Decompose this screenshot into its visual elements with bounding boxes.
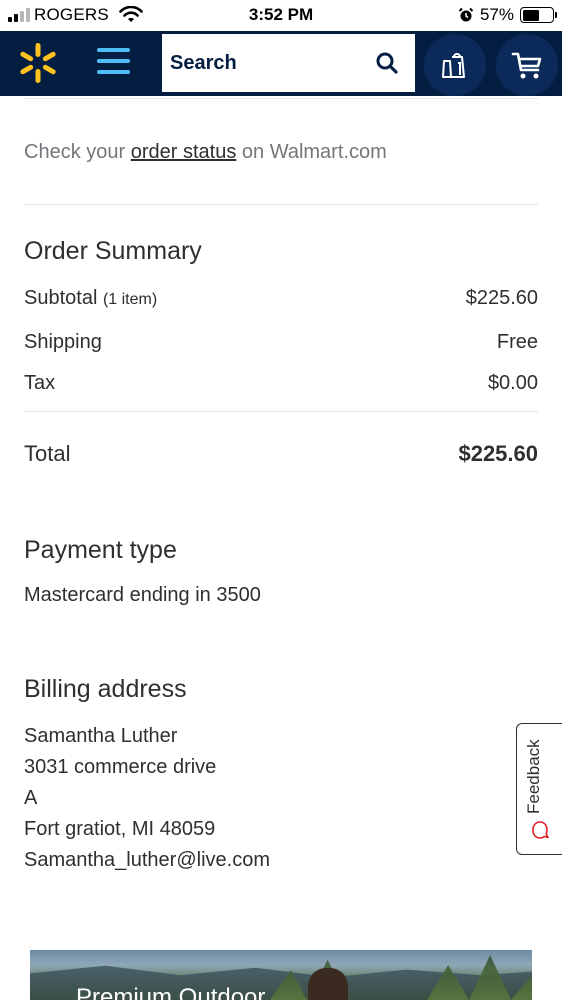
billing-address-line2: A	[24, 787, 38, 809]
hamburger-menu-icon[interactable]	[97, 48, 130, 78]
total-divider	[24, 411, 538, 412]
battery-icon	[520, 7, 557, 23]
subtotal-item-count: (1 item)	[102, 291, 158, 308]
search-input[interactable]: Search	[162, 34, 415, 92]
total-label: Total	[24, 441, 71, 466]
total-value: $225.60	[458, 441, 538, 466]
shipping-value: Free	[496, 331, 538, 353]
feedback-label: Feedback	[524, 739, 543, 814]
walmart-spark-icon[interactable]	[16, 41, 60, 85]
shipping-label: Shipping	[24, 331, 102, 353]
tax-row: Tax $0.00	[24, 372, 538, 395]
alarm-icon	[458, 7, 474, 22]
cart-icon	[511, 52, 542, 79]
status-right: 57%	[458, 5, 557, 25]
billing-address-block: Samantha Luther 3031 commerce drive A Fo…	[24, 721, 538, 876]
search-placeholder: Search	[170, 51, 237, 74]
billing-street: 3031 commerce drive	[24, 756, 217, 778]
banner-title: Premium Outdoor	[76, 984, 266, 1000]
order-status-suffix: on Walmart.com	[241, 141, 387, 163]
shipping-row: Shipping Free	[24, 331, 538, 354]
order-summary-title: Order Summary	[24, 237, 202, 265]
grocery-bag-icon	[442, 53, 465, 78]
chat-bubble-icon	[532, 821, 549, 839]
site-header: Search	[0, 31, 562, 96]
section-divider	[24, 204, 538, 205]
billing-city-state-zip: Fort gratiot, MI 48059	[24, 818, 216, 840]
battery-percent: 57%	[479, 5, 514, 24]
status-bar: ROGERS 3:52 PM 57%	[0, 0, 562, 31]
feedback-tab[interactable]: Feedback	[516, 723, 562, 855]
battery-fill	[522, 9, 540, 21]
total-row: Total $225.60	[24, 441, 538, 467]
billing-email: Samantha_luther@live.com	[24, 849, 270, 871]
subtotal-label-group: Subtotal (1 item)	[24, 287, 157, 310]
cart-button[interactable]	[496, 34, 558, 96]
promo-banner[interactable]: Premium Outdoor	[30, 950, 532, 1000]
subtotal-row: Subtotal (1 item) $225.60	[24, 287, 538, 310]
tax-value: $0.00	[487, 372, 538, 394]
lists-button[interactable]	[424, 34, 486, 96]
search-icon[interactable]	[369, 45, 405, 81]
subtotal-value: $225.60	[465, 287, 538, 309]
order-status-prefix: Check your	[24, 141, 126, 163]
billing-address-title: Billing address	[24, 675, 187, 703]
tax-label: Tax	[24, 372, 56, 394]
order-status-link[interactable]: order status	[131, 141, 237, 163]
top-divider	[24, 98, 538, 99]
subtotal-label: Subtotal	[24, 287, 98, 309]
order-status-line: Check your order status on Walmart.com	[24, 141, 538, 164]
payment-method: Mastercard ending in 3500	[24, 584, 261, 606]
payment-type-title: Payment type	[24, 536, 177, 564]
banner-person-image	[308, 968, 348, 1000]
billing-name: Samantha Luther	[24, 725, 178, 747]
